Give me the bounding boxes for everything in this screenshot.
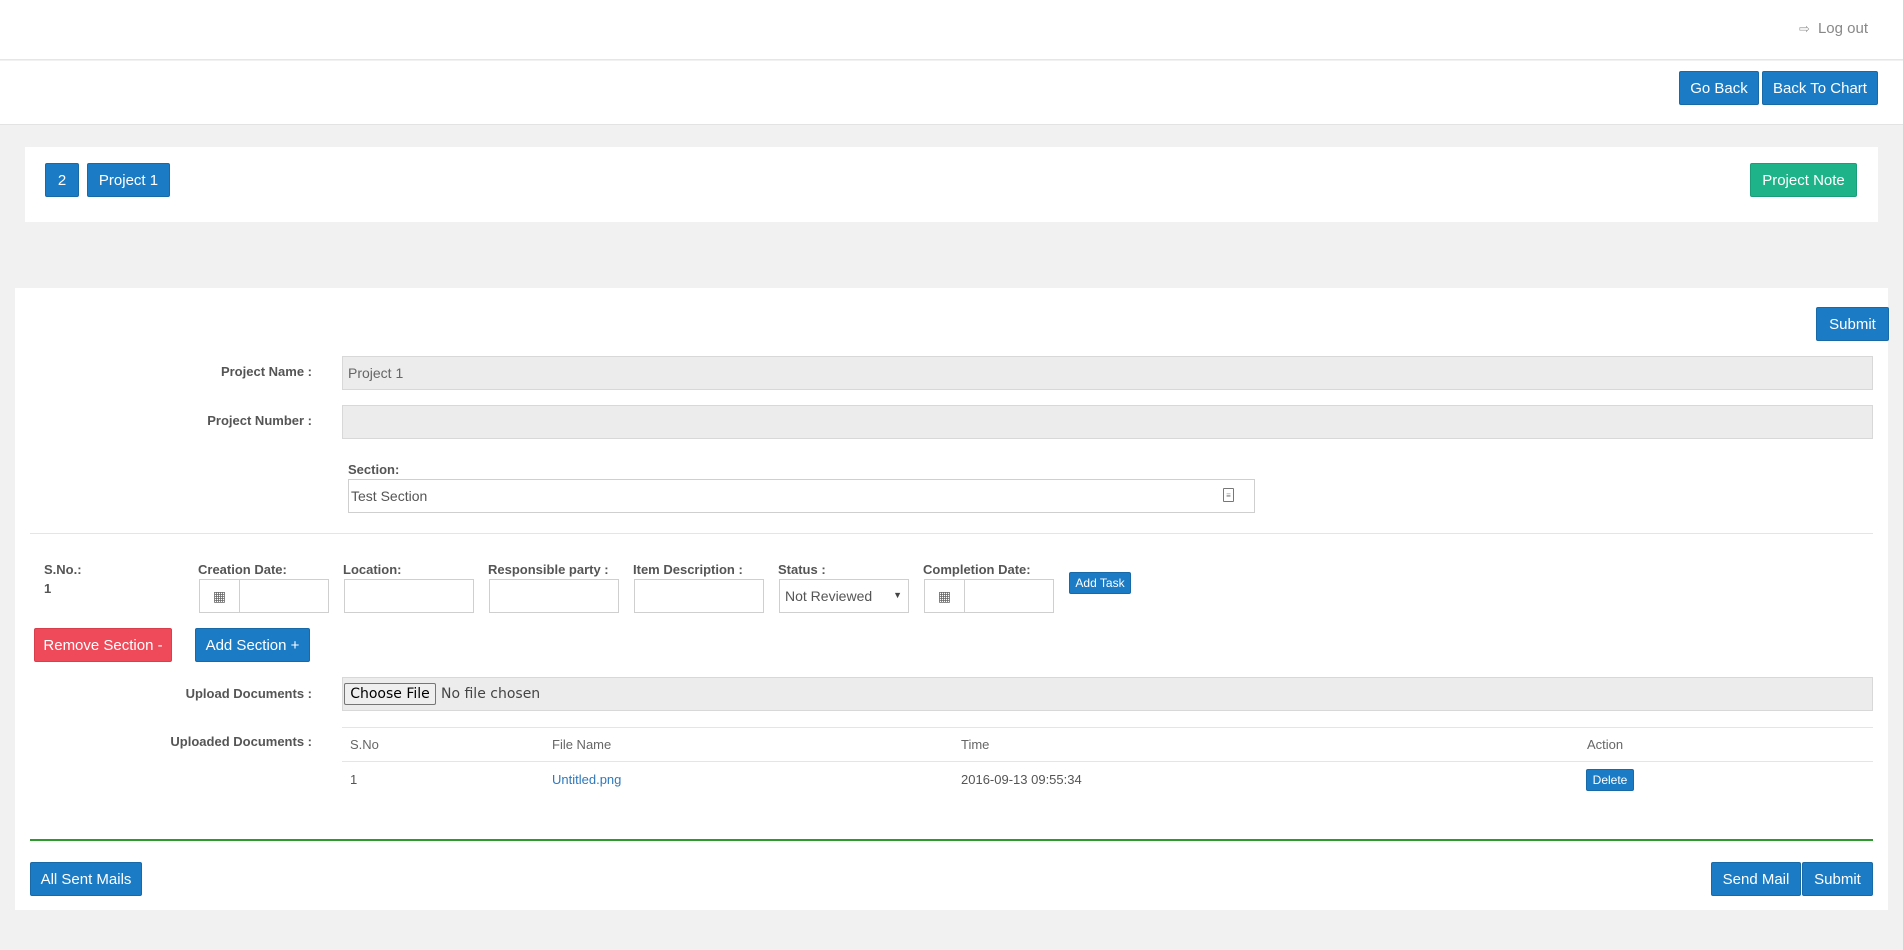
- column-header-sno: S.No: [350, 737, 379, 752]
- row-sno: 1: [350, 772, 358, 787]
- responsible-party-input[interactable]: [489, 579, 619, 613]
- toolbar: Go Back Back To Chart: [0, 61, 1903, 125]
- column-header-action: Action: [1587, 737, 1624, 752]
- calendar-icon[interactable]: ▦: [200, 580, 240, 612]
- remove-section-button[interactable]: Remove Section -: [34, 628, 172, 662]
- all-sent-mails-button[interactable]: All Sent Mails: [30, 862, 142, 896]
- sign-out-icon: ⇨: [1799, 20, 1810, 36]
- column-header-file-name: File Name: [552, 737, 612, 752]
- no-file-text: No file chosen: [441, 686, 541, 702]
- add-task-button[interactable]: Add Task: [1069, 572, 1131, 594]
- chevron-down-icon: ▼: [893, 590, 902, 600]
- project-number-badge[interactable]: 2: [45, 163, 79, 197]
- item-description-label: Item Description :: [633, 562, 743, 577]
- status-value: Not Reviewed: [785, 588, 873, 604]
- back-to-chart-button[interactable]: Back To Chart: [1762, 71, 1878, 105]
- logout-label: Log out: [1817, 20, 1868, 37]
- column-header-time: Time: [961, 737, 990, 752]
- project-name-field[interactable]: Project 1: [342, 356, 1873, 390]
- creation-date-label: Creation Date:: [198, 562, 287, 577]
- sno-value: 1: [44, 581, 52, 596]
- section-value: Test Section: [351, 488, 428, 504]
- project-number-label: Project Number :: [207, 413, 312, 428]
- completion-date-input[interactable]: ▦: [924, 579, 1054, 613]
- submit-button[interactable]: Submit: [1802, 862, 1873, 896]
- section-label: Section:: [348, 462, 400, 477]
- choose-file-button[interactable]: Choose File: [344, 683, 436, 705]
- location-input[interactable]: [344, 579, 474, 613]
- add-section-button[interactable]: Add Section +: [195, 628, 310, 662]
- project-button[interactable]: Project 1: [87, 163, 170, 197]
- table-header-border: [342, 761, 1873, 762]
- upload-documents-label: Upload Documents :: [185, 686, 312, 701]
- project-number-field[interactable]: [342, 405, 1873, 439]
- contact-card-icon: ≡: [1223, 488, 1234, 502]
- send-mail-button[interactable]: Send Mail: [1711, 862, 1801, 896]
- uploaded-documents-label: Uploaded Documents :: [170, 734, 312, 749]
- section-input[interactable]: Test Section ≡: [348, 479, 1255, 513]
- status-select[interactable]: Not Reviewed ▼: [779, 579, 909, 613]
- location-label: Location:: [343, 562, 402, 577]
- top-bar: ⇨ Log out: [0, 0, 1903, 60]
- logout-link[interactable]: ⇨ Log out: [1799, 20, 1868, 37]
- status-label: Status :: [778, 562, 826, 577]
- project-note-button[interactable]: Project Note: [1750, 163, 1857, 197]
- submit-top-button[interactable]: Submit: [1816, 307, 1889, 341]
- responsible-party-label: Responsible party :: [488, 562, 609, 577]
- delete-button[interactable]: Delete: [1586, 769, 1634, 791]
- completion-date-label: Completion Date:: [923, 562, 1031, 577]
- file-name-link[interactable]: Untitled.png: [552, 772, 621, 787]
- item-description-input[interactable]: [634, 579, 764, 613]
- section-divider: [30, 533, 1873, 534]
- upload-documents-field[interactable]: Choose File No file chosen: [342, 677, 1873, 711]
- table-top-border: [342, 727, 1873, 728]
- calendar-icon[interactable]: ▦: [925, 580, 965, 612]
- go-back-button[interactable]: Go Back: [1679, 71, 1759, 105]
- row-time: 2016-09-13 09:55:34: [961, 772, 1082, 787]
- project-bar: 2 Project 1 Project Note: [25, 147, 1878, 222]
- project-name-label: Project Name :: [220, 364, 312, 379]
- creation-date-input[interactable]: ▦: [199, 579, 329, 613]
- green-divider: [30, 839, 1873, 841]
- main-form-panel: Submit Project Name : Project 1 Project …: [15, 288, 1889, 910]
- sno-label: S.No.:: [44, 562, 82, 577]
